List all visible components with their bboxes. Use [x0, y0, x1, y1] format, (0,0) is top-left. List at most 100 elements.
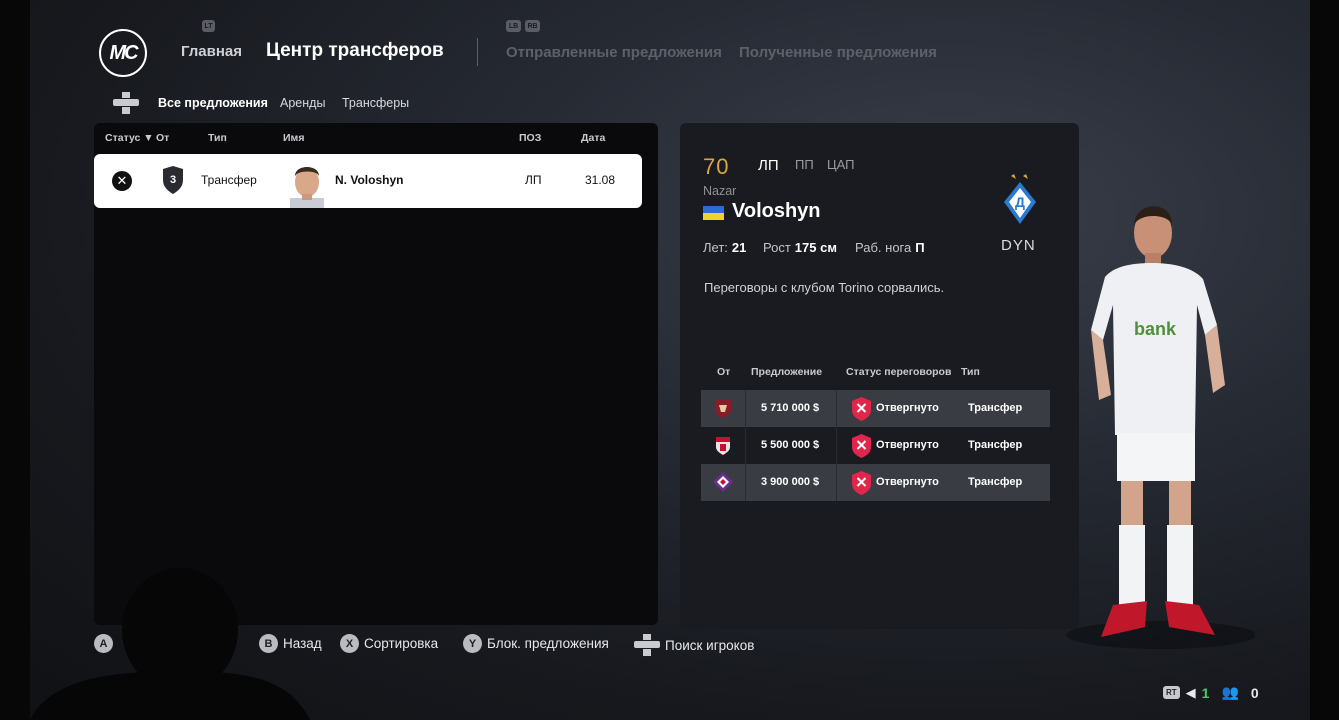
speaker-icon: ◀ — [1185, 684, 1196, 700]
foot-label: Раб. нога — [855, 240, 912, 255]
age-value: 21 — [731, 240, 747, 255]
offer-amount: 5 500 000 $ — [761, 439, 820, 451]
rb-hint-label: RB — [527, 22, 538, 30]
subtab-loans[interactable]: Аренды — [280, 96, 325, 110]
hint-search-players[interactable]: R Поиск игроков — [634, 634, 754, 656]
x-button-icon: X — [340, 634, 359, 653]
player-overall: 70 — [703, 154, 730, 179]
subtab-all-offers[interactable]: Все предложения — [158, 96, 268, 110]
left-letterbox — [0, 0, 30, 720]
ukraine-flag-icon — [703, 206, 724, 220]
lt-hint-label: LT — [204, 22, 213, 30]
offer-amount: 5 710 000 $ — [761, 402, 820, 414]
svg-text:Д: Д — [1015, 194, 1025, 210]
sort-arrow-icon: ▼ — [140, 132, 154, 144]
player-model-image: bank — [1066, 206, 1255, 649]
player-main-position: ЛП — [758, 157, 779, 174]
col-name-header[interactable]: Имя — [283, 132, 304, 144]
negotiation-news: Переговоры с клубом Torino сорвались. — [704, 280, 945, 295]
club-abbreviation: DYN — [1001, 237, 1036, 254]
friends-count: 0 — [1250, 684, 1259, 701]
b-button-icon: B — [259, 634, 278, 653]
fiorentina-crest-icon — [713, 472, 733, 492]
friends-icon: 👥 — [1221, 684, 1239, 700]
hint-sort[interactable]: X Сортировка — [340, 634, 438, 653]
hint-sort-label: Сортировка — [364, 636, 439, 651]
col-status-label: Статус — [105, 132, 141, 144]
offers-col-type: Тип — [961, 366, 980, 378]
offer-row[interactable]: 5 710 000 $ Отвергнуто Трансфер — [701, 390, 1050, 427]
row-separator — [836, 464, 837, 501]
rt-button-icon: RT — [1163, 686, 1180, 699]
club-badge-icon: 3 — [163, 166, 183, 194]
player-height: Рост 175 см — [763, 240, 837, 255]
col-pos-header[interactable]: ПОЗ — [519, 132, 541, 144]
height-value: 175 см — [794, 240, 837, 255]
hint-a[interactable]: A — [94, 634, 118, 653]
row-separator — [745, 427, 746, 464]
right-stick-icon: R — [634, 634, 660, 656]
hint-back[interactable]: B Назад — [259, 634, 322, 653]
row-separator — [836, 390, 837, 427]
offer-status: Отвергнуто — [876, 402, 939, 414]
tab-home[interactable]: Главная — [181, 43, 242, 60]
foot-value: П — [915, 240, 925, 255]
right-letterbox — [1310, 0, 1339, 720]
offers-col-status: Статус переговоров — [846, 366, 952, 378]
table-row[interactable]: ✕ 3 Трансфер N. Voloshyn ЛП 31.08 — [94, 154, 642, 208]
tab-received-offers[interactable]: Полученные предложения — [739, 44, 937, 61]
player-alt-position-2: ЦАП — [827, 157, 855, 172]
player-first-name: Nazar — [703, 184, 737, 198]
col-type-header[interactable]: Тип — [208, 132, 227, 144]
rejected-icon — [852, 434, 871, 458]
page-title[interactable]: Центр трансферов — [266, 40, 444, 62]
row-date: 31.08 — [585, 173, 616, 187]
svg-text:bank: bank — [1134, 319, 1177, 339]
col-date-header[interactable]: Дата — [581, 132, 605, 144]
right-stick-key: R — [653, 650, 658, 656]
header-divider — [477, 38, 478, 66]
row-type: Трансфер — [201, 173, 257, 187]
row-separator — [745, 390, 746, 427]
player-foot: Раб. нога П — [855, 240, 925, 255]
offer-row[interactable]: 5 500 000 $ Отвергнуто Трансфер — [701, 427, 1050, 464]
lb-hint-label: LB — [508, 22, 519, 30]
tab-sent-offers[interactable]: Отправленные предложения — [506, 44, 722, 61]
subtab-transfers[interactable]: Трансферы — [342, 96, 409, 110]
system-status: RT ◀ 1 👥 0 — [1163, 684, 1259, 701]
offer-row[interactable]: 3 900 000 $ Отвергнуто Трансфер — [701, 464, 1050, 501]
offer-type: Трансфер — [968, 402, 1023, 414]
hint-block-label: Блок. предложения — [487, 636, 609, 651]
rejected-icon — [852, 471, 871, 495]
augsburg-crest-icon — [716, 437, 730, 455]
player-portrait — [290, 167, 324, 208]
career-mode-logo: MC — [99, 29, 147, 77]
lt-hint-icon: LT — [202, 20, 215, 32]
offers-col-offer: Предложение — [751, 366, 823, 378]
lb-hint-icon: LB — [506, 20, 521, 32]
a-button-icon: A — [94, 634, 113, 653]
offer-type: Трансфер — [968, 439, 1023, 451]
rb-hint-icon: RB — [525, 20, 540, 32]
offer-amount: 3 900 000 $ — [761, 476, 820, 488]
player-alt-position-1: ПП — [795, 157, 814, 172]
online-count: 1 — [1201, 684, 1210, 701]
col-status-header[interactable]: Статус ▼ — [105, 132, 154, 144]
offer-status: Отвергнуто — [876, 439, 939, 451]
offer-status: Отвергнуто — [876, 476, 939, 488]
club-badge-number: 3 — [170, 174, 176, 186]
y-button-icon: Y — [463, 634, 482, 653]
player-age: Лет: 21 — [703, 240, 746, 255]
offers-col-from: От — [717, 366, 731, 378]
age-label: Лет: — [703, 240, 728, 255]
col-from-header[interactable]: От — [156, 132, 169, 144]
rejected-icon — [852, 397, 871, 421]
logo-text: MC — [109, 41, 138, 64]
offer-type: Трансфер — [968, 476, 1023, 488]
row-separator — [745, 464, 746, 501]
hint-block-offers[interactable]: Y Блок. предложения — [463, 634, 609, 653]
hint-search-label: Поиск игроков — [665, 637, 755, 653]
torino-crest-icon — [715, 400, 731, 418]
filter-stick-icon[interactable] — [113, 92, 139, 114]
close-icon: ✕ — [112, 171, 132, 191]
